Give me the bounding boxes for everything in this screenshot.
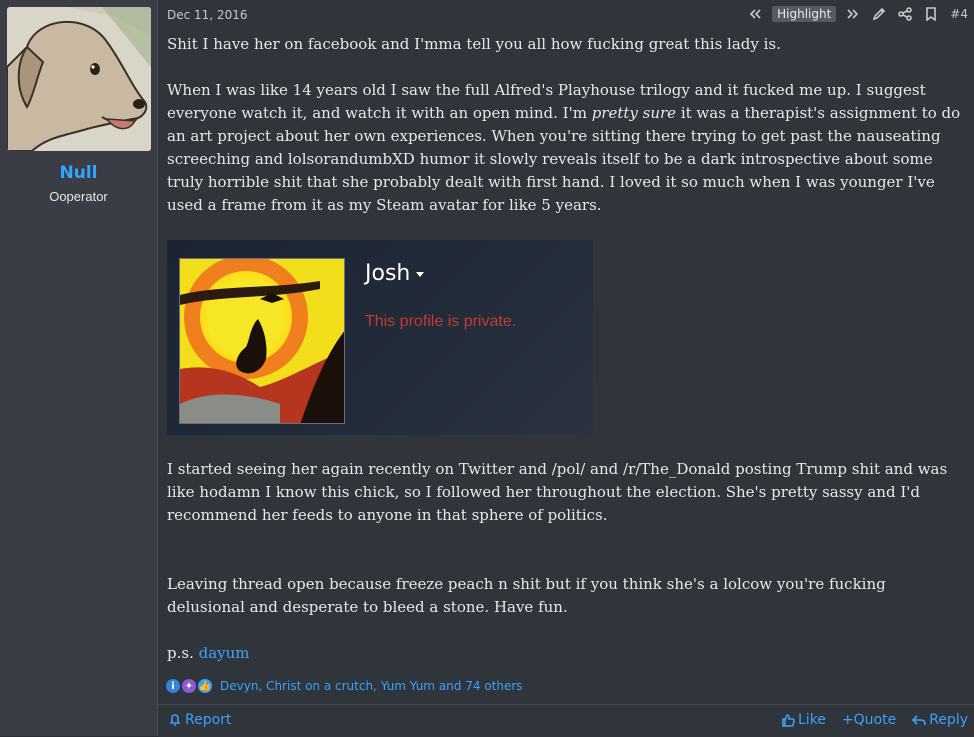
reactions-list-link[interactable]: Devyn, Christ on a crutch, Yum Yum and 7… [220, 679, 523, 693]
reply-button[interactable]: Reply [912, 712, 968, 728]
steam-name-text: Josh [365, 261, 411, 286]
chevron-down-icon [416, 271, 425, 277]
report-label: Report [185, 712, 232, 728]
dog-avatar-image [6, 7, 151, 151]
steam-profile-name[interactable]: Josh [365, 261, 425, 286]
report-button[interactable]: Report [168, 712, 231, 728]
quote-button[interactable]: +Quote [842, 712, 896, 728]
quote-label: +Quote [841, 712, 897, 728]
post-main: Dec 11, 2016 Highlight #4 Shit I have he… [158, 0, 974, 737]
post-date[interactable]: Dec 11, 2016 [167, 8, 247, 22]
steam-private-status: This profile is private. [365, 313, 517, 330]
reply-label: Reply [929, 712, 968, 728]
paragraph-1: Shit I have her on facebook and I'mma te… [167, 35, 781, 53]
paragraph-2: When I was like 14 years old I saw the f… [167, 79, 967, 217]
user-avatar[interactable] [6, 7, 151, 151]
bookmark-icon[interactable] [922, 5, 940, 23]
previous-highlight-icon[interactable] [746, 5, 764, 23]
paragraph-ps: p.s. dayum [167, 642, 967, 665]
reactions-bar: i ✦ 👍 Devyn, Christ on a crutch, Yum Yum… [166, 679, 523, 693]
user-sidebar: Null Ooperator [0, 0, 158, 736]
next-highlight-icon[interactable] [844, 5, 862, 23]
post-actions-top: Highlight #4 [746, 5, 968, 23]
steam-profile-embed[interactable]: Josh This profile is private. [167, 240, 593, 435]
like-icon: 👍 [198, 679, 212, 693]
footer-actions: Like +Quote Reply [781, 712, 968, 728]
paragraph-2-emphasis: pretty sure [591, 104, 677, 122]
edit-icon[interactable] [870, 5, 888, 23]
share-icon[interactable] [896, 5, 914, 23]
like-button[interactable]: Like [781, 712, 826, 728]
post-number-link[interactable]: #4 [950, 7, 968, 21]
ps-link[interactable]: dayum [199, 644, 250, 662]
bell-icon [169, 714, 181, 726]
paragraph-4: Leaving thread open because freeze peach… [167, 575, 886, 616]
like-label: Like [798, 712, 826, 728]
post-footer: Report Like +Quote Reply [158, 704, 974, 737]
steam-avatar-image [179, 258, 345, 424]
username-link[interactable]: Null [60, 163, 98, 183]
informative-icon: i [166, 679, 180, 693]
highlight-button[interactable]: Highlight [772, 6, 837, 22]
puzzle-icon: ✦ [182, 679, 196, 693]
ps-prefix: p.s. [167, 644, 194, 662]
post: Null Ooperator Dec 11, 2016 Highlight #4 [0, 0, 974, 737]
user-title: Ooperator [49, 189, 108, 204]
thumbs-up-icon [782, 714, 795, 727]
paragraph-3: I started seeing her again recently on T… [167, 460, 948, 524]
post-body: Shit I have her on facebook and I'mma te… [167, 33, 967, 665]
reply-icon [912, 715, 927, 726]
